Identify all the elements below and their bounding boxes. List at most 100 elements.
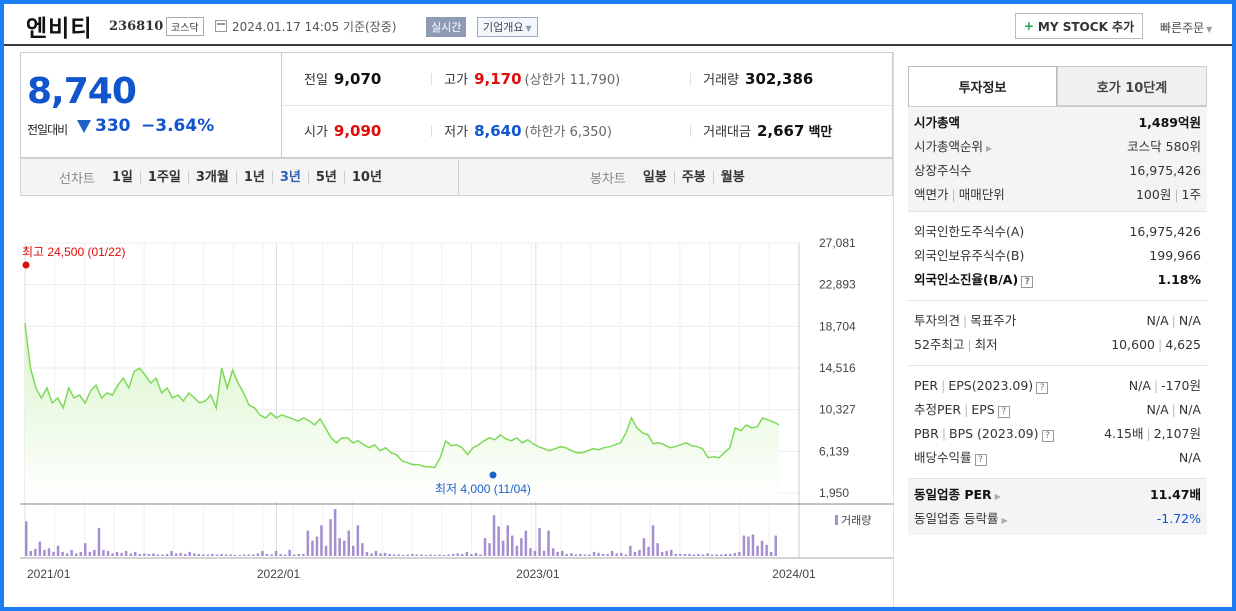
- volume-bar: [497, 526, 500, 556]
- stock-name: 엔비티: [26, 16, 93, 42]
- price-chart[interactable]: 27,081 22,893 18,704 14,516 10,327 6,139 1,950…: [20, 196, 893, 607]
- target-value: N/A: [1178, 313, 1201, 328]
- period-3y[interactable]: 3년: [271, 170, 308, 184]
- period-1y[interactable]: 1년: [235, 170, 272, 184]
- volume-value: 302,386: [745, 70, 814, 88]
- y-tick-label: 27,081: [819, 236, 856, 250]
- volume-bar: [565, 554, 568, 556]
- period-10y[interactable]: 10년: [343, 170, 389, 184]
- my-stock-add-button[interactable]: + MY STOCK 추가: [1015, 13, 1143, 39]
- volume-bar: [111, 553, 114, 556]
- period-1d[interactable]: 1일: [105, 171, 140, 184]
- volume-bar: [402, 555, 405, 556]
- volume-bar: [93, 549, 96, 556]
- quick-order-dropdown[interactable]: 빠른주문 ▼: [1160, 19, 1212, 36]
- volume-bar: [624, 554, 628, 556]
- volume-bar: [270, 554, 273, 556]
- tab-investment-info[interactable]: 투자정보: [908, 66, 1057, 106]
- help-icon[interactable]: ?: [1021, 276, 1034, 288]
- volume-bar: [733, 552, 737, 556]
- foreign-hold-value: 199,966: [1149, 248, 1201, 263]
- volume-bar: [583, 554, 587, 556]
- volume-bar: [538, 527, 541, 556]
- volume-bar: [647, 546, 650, 556]
- volume-bar: [52, 551, 55, 556]
- volume-bar: [670, 549, 673, 556]
- period-5y[interactable]: 5년: [307, 170, 344, 184]
- sector-rate-label[interactable]: 동일업종 등락률 ▶: [914, 507, 1008, 533]
- pbr-value: 4.15배: [1104, 426, 1144, 441]
- tab-order-book-10[interactable]: 호가 10단계: [1057, 66, 1207, 106]
- calendar-icon: [215, 20, 227, 32]
- candle-daily[interactable]: 일봉: [636, 171, 674, 184]
- prev-close-value: 9,070: [333, 70, 382, 88]
- volume-bar: [211, 554, 214, 556]
- volume-bar: [433, 555, 437, 556]
- volume-bar: [415, 554, 419, 556]
- high-annotation: 최고 24,500 (01/22): [22, 245, 125, 259]
- dividend-label-text: 배당수익률: [914, 450, 972, 465]
- market-cap-rank-label[interactable]: 시가총액순위 ▶: [914, 135, 992, 161]
- row-52w: 52주최고 | 최저 10,600 | 4,625: [908, 333, 1207, 357]
- candle-weekly[interactable]: 주봉: [673, 170, 713, 184]
- volume-bar: [483, 538, 487, 556]
- help-icon[interactable]: ?: [1041, 430, 1054, 442]
- unit-label: 매매단위: [958, 187, 1005, 202]
- help-icon[interactable]: ?: [997, 406, 1010, 418]
- volume-bar: [606, 554, 609, 556]
- dropdown-arrow-icon: ▼: [1206, 25, 1213, 34]
- info-group-sector: 동일업종 PER ▶ 11.47배 동일업종 등락률 ▶ -1.72%: [908, 479, 1207, 535]
- volume-bar: [688, 554, 691, 556]
- volume-bar: [556, 551, 559, 556]
- sector-per-label[interactable]: 동일업종 PER ▶: [914, 483, 1001, 509]
- divider: |: [1174, 187, 1179, 202]
- change-label: 전일대비: [27, 123, 68, 137]
- bps-label: BPS (2023.09): [949, 426, 1039, 441]
- price-area: [25, 323, 779, 501]
- company-overview-dropdown[interactable]: 기업개요 ▼: [477, 17, 538, 37]
- period-3m[interactable]: 3개월: [187, 170, 236, 184]
- volume-bar: [134, 551, 137, 556]
- volume-bar: [161, 554, 164, 556]
- realtime-badge[interactable]: 실시간: [426, 17, 467, 37]
- volume-bar: [252, 554, 255, 556]
- day-high-label: 고가: [444, 73, 469, 88]
- opinion-label: 투자의견: [914, 313, 961, 328]
- volume-bar: [756, 545, 759, 556]
- down-arrow-icon: [77, 120, 91, 133]
- volume-bar: [65, 553, 69, 556]
- volume-bar: [456, 553, 459, 556]
- volume-bar: [738, 551, 741, 556]
- divider: |: [1153, 378, 1159, 393]
- volume-bar: [365, 551, 369, 556]
- dividend-value: N/A: [1178, 450, 1201, 465]
- prev-close-label: 전일: [304, 73, 328, 88]
- volume-bar: [542, 550, 546, 556]
- volume-bar: [261, 550, 264, 556]
- volume-bar: [579, 554, 582, 556]
- dropdown-arrow-icon: ▼: [525, 24, 532, 33]
- volume-bar: [338, 538, 341, 556]
- par-value: 100원: [1135, 187, 1172, 202]
- info-group-valuation: PER | EPS(2023.09)? N/A | -170원 추정PER | EPS? N…: [908, 366, 1207, 478]
- row-foreign-limit: 외국인한도주식수(A) 16,975,426: [908, 220, 1207, 244]
- volume-bar: [742, 535, 746, 556]
- row-foreign-ratio: 외국인소진율(B/A)? 1.18%: [908, 268, 1207, 292]
- volume-bar: [311, 540, 314, 556]
- volume-bar: [683, 554, 687, 556]
- help-icon[interactable]: ?: [974, 454, 987, 466]
- help-icon[interactable]: ?: [1036, 382, 1049, 394]
- row-sector-rate: 동일업종 등락률 ▶ -1.72%: [908, 507, 1207, 531]
- open-value: 9,090: [333, 122, 382, 140]
- volume-bar: [347, 530, 350, 556]
- volume-bar: [729, 554, 732, 556]
- per-eps-value: N/A | -170원: [1129, 374, 1201, 398]
- investment-info-panel: 투자정보 호가 10단계 시가총액 1,489억원 시가총액순위 ▶ 코스닥 58…: [893, 52, 1232, 607]
- per-value: N/A: [1128, 378, 1151, 393]
- volume-bar: [220, 554, 223, 556]
- volume-bar: [306, 530, 310, 556]
- candle-monthly[interactable]: 월봉: [712, 170, 752, 184]
- period-1w[interactable]: 1주일: [139, 170, 188, 184]
- open-label: 시가: [304, 125, 328, 140]
- volume-bar: [233, 555, 237, 556]
